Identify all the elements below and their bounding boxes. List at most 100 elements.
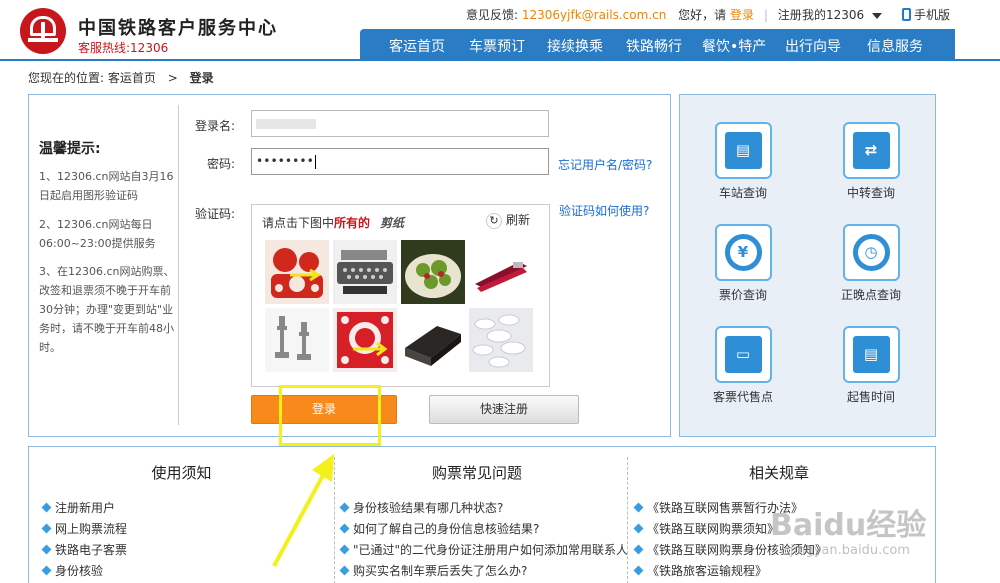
column-title: 相关规章 [748, 464, 809, 482]
panel-divider [178, 105, 179, 425]
captcha-image-pills[interactable] [469, 308, 533, 372]
service-label: 中转查询 [846, 186, 895, 200]
captcha-image-salad[interactable] [401, 240, 465, 304]
nav-item-home[interactable]: 客运首页 [389, 36, 445, 56]
captcha-image-candlesticks[interactable] [265, 308, 329, 372]
nav-item-food[interactable]: 餐饮•特产 [702, 36, 766, 56]
railway-logo-icon[interactable] [20, 8, 66, 54]
captcha-widget: 请点击下图中所有的 剪纸 ↻ 刷新 [251, 204, 550, 387]
breadcrumb-separator: > [167, 71, 178, 85]
breadcrumb-prefix: 您现在的位置: [28, 71, 105, 85]
list-item-label: 注册新用户 [55, 501, 116, 515]
quick-register-button[interactable]: 快速注册 [429, 395, 579, 424]
password-label: 密码: [206, 157, 235, 171]
service-price-query[interactable]: ¥ 票价查询 [698, 224, 788, 303]
list-item-label: 购买实名制车票后丢失了怎么办? [353, 564, 528, 578]
separator: | [763, 8, 768, 22]
captcha-help-link[interactable]: 验证码如何使用? [559, 202, 649, 219]
tutorial-arrow-small-icon [353, 342, 388, 356]
bullet-icon [633, 523, 644, 534]
tutorial-arrow-icon [272, 454, 334, 567]
captcha-image-typewriter-1[interactable] [333, 240, 397, 304]
list-item[interactable]: 网上购票流程 [41, 520, 127, 537]
stopwatch-icon: ◷ [842, 224, 900, 281]
services-panel: ▤ 车站查询 ⇄ 中转查询 ¥ 票价查询 ◷ 正晚点查询 ▭ 客票代售点 ▤ 起… [679, 94, 936, 437]
list-item-label: 铁路电子客票 [55, 543, 128, 557]
station-icon: ▤ [714, 122, 772, 179]
header: 中国铁路客户服务中心 客服热线:12306 意见反馈: 12306yjfk@ra… [0, 0, 1000, 60]
captcha-prompt-text: 请点击下图中 [262, 216, 335, 230]
list-item[interactable]: 身份核验结果有哪几种状态? [339, 499, 504, 516]
password-field[interactable]: •••••••• [251, 148, 549, 175]
service-label: 起售时间 [846, 390, 895, 404]
breadcrumb-home-link[interactable]: 客运首页 [108, 71, 156, 85]
bullet-icon [633, 502, 644, 513]
list-item[interactable]: 铁路电子客票 [41, 541, 128, 558]
service-label: 票价查询 [718, 288, 767, 302]
nav-item-guide[interactable]: 出行向导 [785, 36, 841, 56]
list-item-label: 如何了解自己的身份信息核验结果? [353, 522, 540, 536]
password-value: •••••••• [256, 154, 314, 168]
nav-item-booking[interactable]: 车票预订 [469, 36, 525, 56]
tutorial-highlight-box [279, 385, 381, 446]
hotline: 客服热线:12306 [78, 41, 169, 55]
nav-item-travel[interactable]: 铁路畅行 [626, 36, 682, 56]
top-login-link[interactable]: 登录 [730, 8, 754, 22]
service-ticket-agency[interactable]: ▭ 客票代售点 [698, 326, 788, 405]
service-transfer-query[interactable]: ⇄ 中转查询 [826, 122, 916, 201]
refresh-icon: ↻ [486, 213, 502, 229]
captcha-image-papercut-2[interactable] [333, 308, 397, 372]
info-column-faq: 购票常见问题 身份核验结果有哪几种状态? 如何了解自己的身份信息核验结果? "已… [327, 447, 629, 583]
list-item[interactable]: 身份核验 [41, 562, 103, 579]
top-register-link[interactable]: 注册 [778, 8, 802, 22]
my12306-label: 我的12306 [802, 8, 865, 22]
bullet-icon [633, 544, 644, 555]
phone-icon [902, 8, 911, 21]
bullet-icon [41, 565, 52, 576]
forgot-password-link[interactable]: 忘记用户名/密码? [558, 156, 652, 173]
captcha-image-typewriter-2[interactable] [401, 308, 465, 372]
nav-item-info[interactable]: 信息服务 [867, 36, 923, 56]
list-item[interactable]: 《铁路互联网购票须知》 [633, 520, 780, 537]
list-item[interactable]: 注册新用户 [41, 499, 116, 516]
service-label: 正晚点查询 [840, 288, 901, 302]
list-item-label: 《铁路互联网购票须知》 [647, 522, 780, 536]
list-item[interactable]: 如何了解自己的身份信息核验结果? [339, 520, 540, 537]
captcha-refresh-button[interactable]: ↻ 刷新 [486, 211, 530, 229]
feedback-email-link[interactable]: 12306yjfk@rails.com.cn [522, 8, 666, 22]
list-item-label: 《铁路旅客运输规程》 [647, 564, 768, 578]
list-item[interactable]: 《铁路旅客运输规程》 [633, 562, 768, 579]
breadcrumb-current: 登录 [189, 71, 214, 85]
username-label: 登录名: [194, 119, 235, 133]
tip-item: 3、在12306.cn网站购票、改签和退票须不晚于开车前30分钟；办理"变更到站… [39, 265, 175, 354]
tips-title: 温馨提示: [39, 141, 101, 157]
list-item-label: 身份核验结果有哪几种状态? [353, 501, 504, 515]
captcha-image-stapler[interactable] [469, 240, 533, 304]
my12306-menu[interactable]: 我的12306 [802, 6, 883, 23]
mobile-label: 手机版 [914, 8, 951, 22]
ticket-agency-icon: ▭ [714, 326, 772, 383]
list-item-label: "已通过"的二代身份证注册用户如何添加常用联系人 [353, 543, 629, 557]
service-station-query[interactable]: ▤ 车站查询 [698, 122, 788, 201]
list-item[interactable]: "已通过"的二代身份证注册用户如何添加常用联系人 [339, 541, 629, 558]
list-item[interactable]: 购买实名制车票后丢失了怎么办? [339, 562, 528, 579]
transfer-icon: ⇄ [842, 122, 900, 179]
username-field[interactable] [251, 110, 549, 137]
column-title: 购票常见问题 [431, 464, 522, 482]
refresh-label: 刷新 [506, 213, 531, 227]
mobile-link[interactable]: 手机版 [902, 6, 950, 23]
main-nav: 客运首页 车票预订 接续换乘 铁路畅行 餐饮•特产 出行向导 信息服务 [360, 29, 955, 60]
breadcrumb: 您现在的位置: 客运首页 > 登录 [28, 69, 214, 86]
greeting-text: 您好，请 [678, 8, 727, 22]
chevron-down-icon [872, 12, 883, 19]
bullet-icon [41, 523, 52, 534]
service-sale-time[interactable]: ▤ 起售时间 [826, 326, 916, 405]
captcha-target-word: 剪纸 [380, 216, 405, 230]
tutorial-arrow-small-icon [290, 269, 321, 281]
nav-item-transfer[interactable]: 接续换乘 [547, 36, 603, 56]
tip-item: 2、12306.cn网站每日06:00~23:00提供服务 [39, 218, 156, 250]
service-delay-query[interactable]: ◷ 正晚点查询 [826, 224, 916, 303]
price-search-icon: ¥ [714, 224, 772, 281]
sale-time-icon: ▤ [842, 326, 900, 383]
service-label: 客票代售点 [712, 390, 773, 404]
